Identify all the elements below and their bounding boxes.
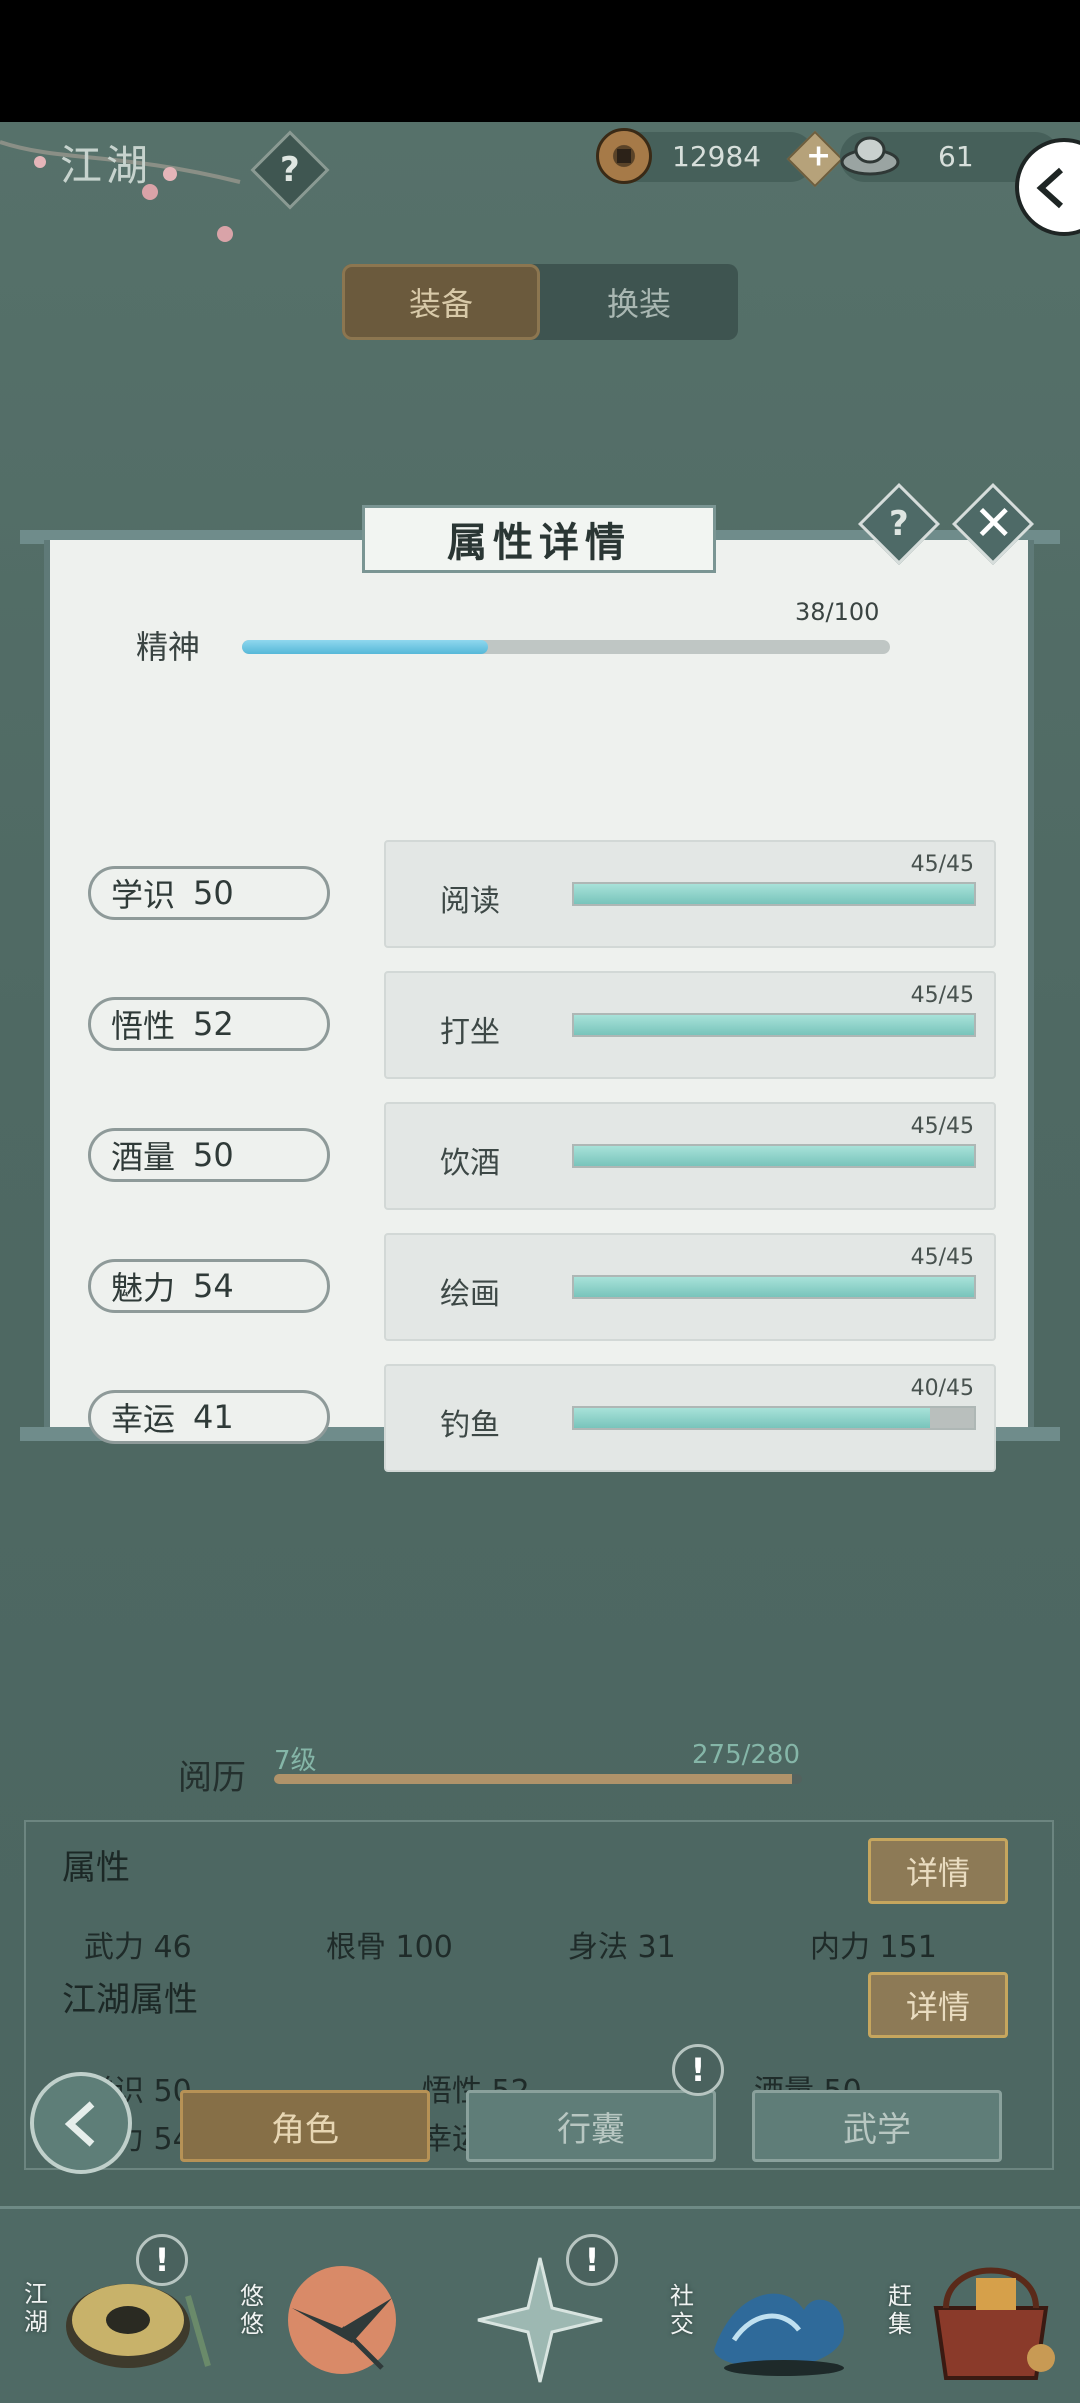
activity-progress: 45/45 (910, 1114, 974, 1139)
activity-card[interactable]: 钓鱼 40/45 (384, 1364, 996, 1472)
experience-bar-fill (274, 1774, 793, 1784)
jianghu-attributes-title: 江湖属性 (62, 1980, 198, 2020)
activity-progress: 45/45 (910, 983, 974, 1008)
stat-pill: 幸运 41 (88, 1390, 330, 1444)
stat-value: 52 (193, 1005, 234, 1043)
copper-coin-icon (596, 128, 652, 184)
chevron-left-icon (1036, 167, 1064, 209)
attributes-title: 属性 (62, 1848, 130, 1888)
activity-bar-fill (574, 1408, 930, 1428)
question-icon: ? (280, 149, 300, 190)
stat-name: 悟性 (111, 1007, 176, 1045)
help-button[interactable]: ? (250, 130, 330, 210)
activity-bar-fill (574, 1146, 974, 1166)
back-arrow-icon (64, 2101, 95, 2147)
activity-label: 钓鱼 (440, 1408, 500, 1443)
page-title: 江湖 (60, 141, 153, 190)
attr-inner-power: 内力 151 (810, 1930, 937, 1965)
attr-force: 武力 46 (84, 1930, 192, 1965)
activity-bar-fill (574, 884, 974, 904)
silver-ingot-icon (840, 136, 900, 176)
nav-youyou[interactable]: 悠悠 (232, 2210, 432, 2396)
activity-label: 阅读 (440, 884, 500, 919)
attr-agility: 身法 31 (568, 1930, 676, 1965)
tab-change-outfit[interactable]: 换装 (540, 264, 738, 340)
activity-bar (572, 1144, 976, 1168)
copper-currency: 12984 (596, 128, 815, 184)
attr-constitution: 根骨 100 (326, 1930, 453, 1965)
back-button[interactable] (30, 2072, 132, 2174)
stat-value: 50 (193, 874, 234, 912)
copper-amount: 12984 (672, 140, 762, 173)
stat-pill: 学识 50 (88, 866, 330, 920)
spirit-bar (242, 640, 890, 654)
stat-value: 54 (193, 1267, 234, 1305)
tab-equip[interactable]: 装备 (342, 264, 540, 340)
nav-market[interactable]: 赶集 (880, 2210, 1080, 2396)
activity-progress: 40/45 (910, 1376, 974, 1401)
activity-card[interactable]: 饮酒 45/45 (384, 1102, 996, 1210)
stat-pill: 酒量 50 (88, 1128, 330, 1182)
activity-bar-fill (574, 1015, 974, 1035)
spirit-label: 精神 (136, 628, 201, 666)
activity-card[interactable]: 打坐 45/45 (384, 971, 996, 1079)
experience-value: 275/280 (692, 1740, 801, 1770)
experience-label: 阅历 (178, 1758, 246, 1798)
spirit-bar-fill (242, 640, 489, 654)
jianghu-compass-icon (66, 2284, 211, 2368)
stat-pill: 魅力 54 (88, 1259, 330, 1313)
activity-bar (572, 1406, 976, 1430)
spirit-value: 38/100 (795, 598, 880, 626)
silver-amount: 61 (938, 140, 974, 173)
attributes-detail-button[interactable]: 详情 (868, 1838, 1008, 1904)
activity-label: 绘画 (440, 1277, 500, 1312)
market-basket-icon (933, 2267, 1055, 2380)
activity-bar (572, 1013, 976, 1037)
alert-icon: ! (672, 2044, 724, 2096)
modal-title: 属性详情 (362, 505, 716, 573)
activity-label: 饮酒 (440, 1146, 500, 1181)
nav-social[interactable]: 社交 (664, 2210, 864, 2396)
nav-social-label: 社交 (670, 2282, 694, 2338)
stat-name: 幸运 (111, 1400, 176, 1438)
menu-role-button[interactable]: 角色 (180, 2090, 430, 2162)
nav-center-alert-icon: ! (566, 2234, 618, 2286)
menu-bag-button[interactable]: 行囊 (466, 2090, 716, 2162)
experience-bar (274, 1774, 802, 1784)
jianghu-detail-button[interactable]: 详情 (868, 1972, 1008, 2038)
experience-level: 7级 (274, 1746, 317, 1776)
nav-alert-icon: ! (136, 2234, 188, 2286)
activity-bar (572, 1275, 976, 1299)
nav-jianghu-label: 江湖 (24, 2280, 48, 2336)
nav-jianghu[interactable]: ! 江湖 (18, 2210, 218, 2396)
activity-progress: 45/45 (910, 1245, 974, 1270)
activity-card[interactable]: 阅读 45/45 (384, 840, 996, 948)
equipment-tabs: 装备 换装 (342, 264, 738, 340)
activity-card[interactable]: 绘画 45/45 (384, 1233, 996, 1341)
stat-name: 学识 (111, 876, 176, 914)
plus-icon: + (806, 138, 832, 174)
question-icon: ? (889, 503, 909, 544)
status-bar (0, 0, 1080, 122)
swallow-sun-icon (288, 2266, 396, 2374)
stat-value: 50 (193, 1136, 234, 1174)
nav-center[interactable]: ! (460, 2210, 620, 2396)
close-icon: ✕ (973, 495, 1014, 552)
activity-label: 打坐 (440, 1015, 500, 1050)
stat-name: 酒量 (111, 1138, 176, 1176)
nav-youyou-label: 悠悠 (240, 2282, 264, 2338)
nav-market-label: 赶集 (888, 2282, 912, 2338)
activity-bar (572, 882, 976, 906)
stat-value: 41 (193, 1398, 234, 1436)
wave-icon (714, 2293, 844, 2376)
menu-martial-button[interactable]: 武学 (752, 2090, 1002, 2162)
activity-progress: 45/45 (910, 852, 974, 877)
stat-pill: 悟性 52 (88, 997, 330, 1051)
activity-bar-fill (574, 1277, 974, 1297)
stat-name: 魅力 (111, 1269, 176, 1307)
